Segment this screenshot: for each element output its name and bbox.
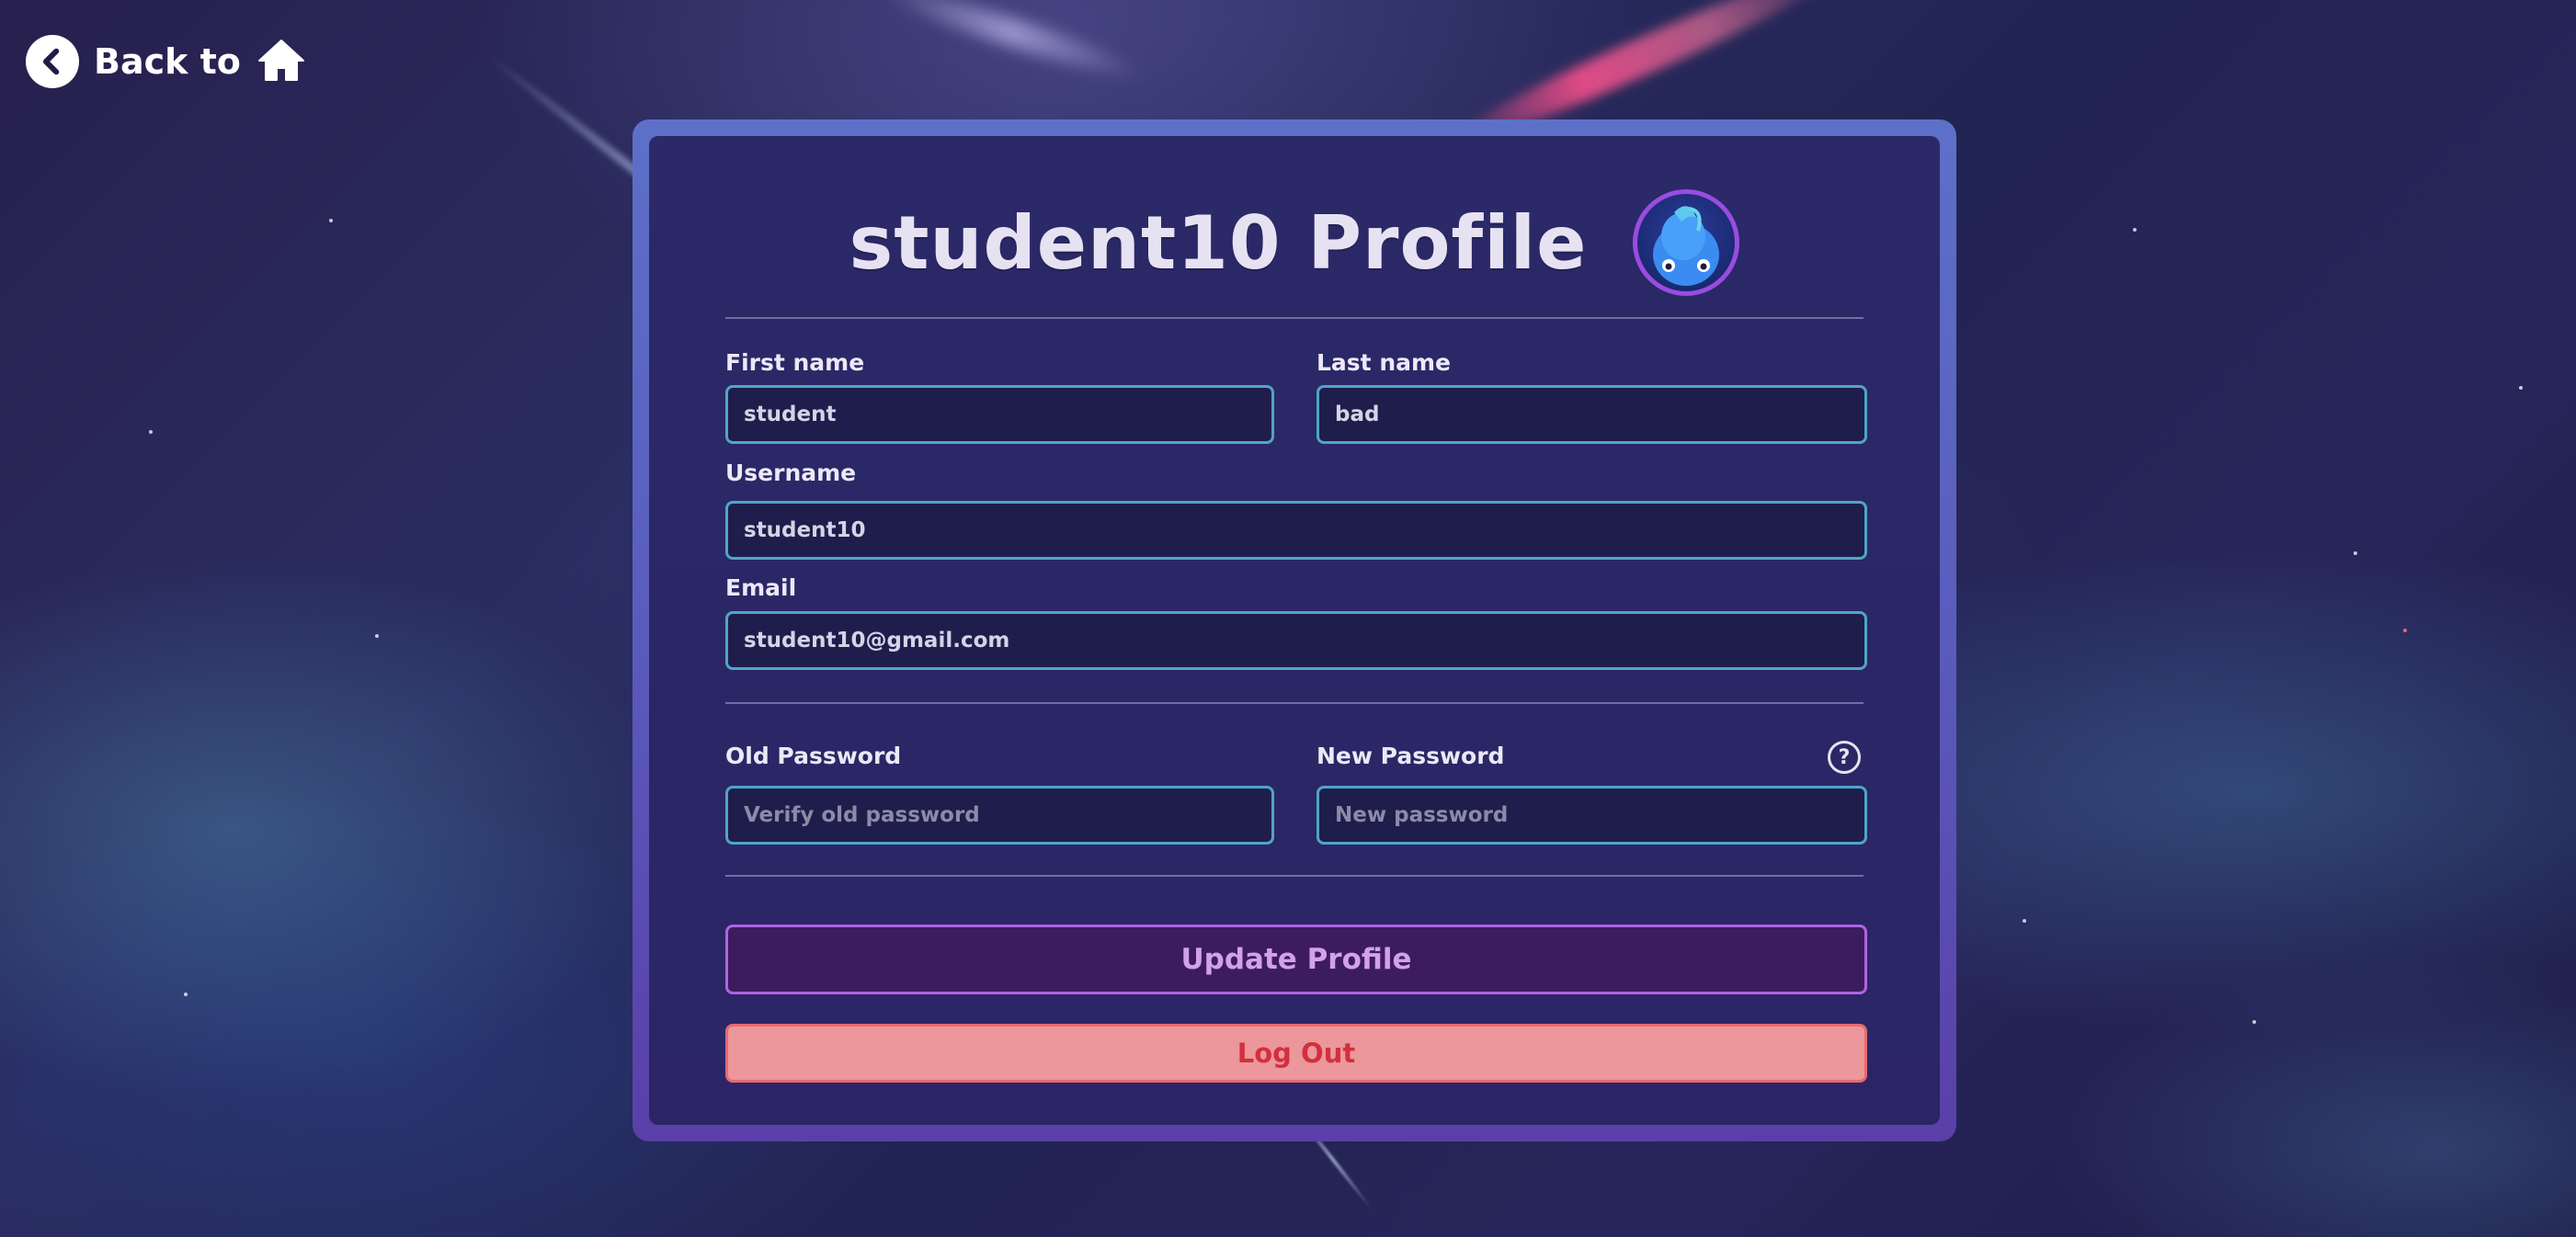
profile-header: student10 Profile [649, 189, 1940, 296]
old-password-field[interactable] [725, 786, 1274, 845]
chevron-left-icon[interactable] [26, 35, 79, 88]
background-star [329, 219, 333, 222]
new-password-field[interactable] [1316, 786, 1867, 845]
profile-card-frame: student10 Profile First name Last name [633, 119, 1956, 1141]
log-out-button[interactable]: Log Out [725, 1024, 1867, 1083]
update-profile-button[interactable]: Update Profile [725, 925, 1867, 994]
profile-card: student10 Profile First name Last name [649, 136, 1940, 1125]
help-icon[interactable]: ? [1828, 741, 1861, 774]
old-password-label: Old Password [725, 743, 902, 769]
background-star [149, 430, 153, 434]
page-title: student10 Profile [849, 199, 1588, 286]
background-star [375, 634, 379, 638]
background-star [2519, 386, 2523, 390]
background-star [2023, 919, 2026, 923]
new-password-label: New Password [1316, 743, 1505, 769]
email-label: Email [725, 574, 797, 601]
background-star [184, 993, 188, 996]
avatar-icon[interactable] [1633, 189, 1740, 296]
background-star [2133, 228, 2137, 232]
background-star [2354, 551, 2357, 555]
home-icon[interactable] [256, 38, 305, 85]
username-label: Username [725, 460, 857, 486]
last-name-label: Last name [1316, 349, 1452, 376]
background-star [2403, 629, 2407, 632]
last-name-field[interactable] [1316, 385, 1867, 444]
first-name-label: First name [725, 349, 865, 376]
email-field[interactable] [725, 611, 1867, 670]
back-label[interactable]: Back to [94, 41, 241, 82]
divider [725, 702, 1864, 704]
divider [725, 317, 1864, 319]
username-field[interactable] [725, 501, 1867, 560]
background-streak [875, 0, 1147, 88]
back-to-home-link[interactable]: Back to [26, 35, 305, 88]
background-star [2252, 1020, 2256, 1024]
first-name-field[interactable] [725, 385, 1274, 444]
divider [725, 875, 1864, 877]
